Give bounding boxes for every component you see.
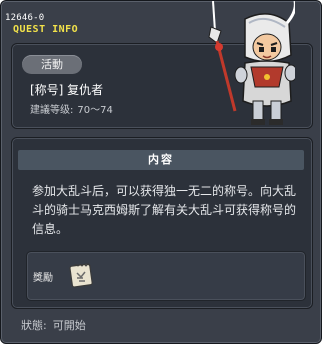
activity-badge: 活動 — [22, 55, 82, 74]
quest-name: [称号] 复仇者 — [30, 83, 104, 97]
status-label: 狀態: — [21, 319, 47, 332]
reward-box: 獎勵 — [26, 251, 306, 301]
reward-label: 獎勵 — [33, 273, 53, 284]
quest-description: 参加大乱斗后，可以获得独一无二的称号。向大乱斗的骑士马克西姆斯了解有关大乱斗可获… — [32, 184, 297, 236]
quest-info-window: 12646-0 QUEST INFO 活動 [称号] 复仇者 建議等级: 70～7… — [0, 0, 322, 344]
level-label: 建議等级: — [30, 105, 74, 116]
quest-content-panel: 内容 参加大乱斗后，可以获得独一无二的称号。向大乱斗的骑士马克西姆斯了解有关大乱… — [11, 137, 313, 309]
level-range: 70～74 — [77, 105, 113, 116]
window-title: QUEST INFO — [13, 24, 79, 35]
scroll-icon[interactable] — [67, 260, 97, 290]
quest-level: 建議等级: 70～74 — [30, 101, 113, 116]
quest-id: 12646-0 — [5, 13, 45, 23]
quest-status: 狀態: 可開始 — [21, 317, 86, 333]
npc-knight-portrait-icon — [205, 1, 298, 136]
status-value: 可開始 — [52, 319, 86, 332]
content-header: 内容 — [18, 150, 304, 170]
